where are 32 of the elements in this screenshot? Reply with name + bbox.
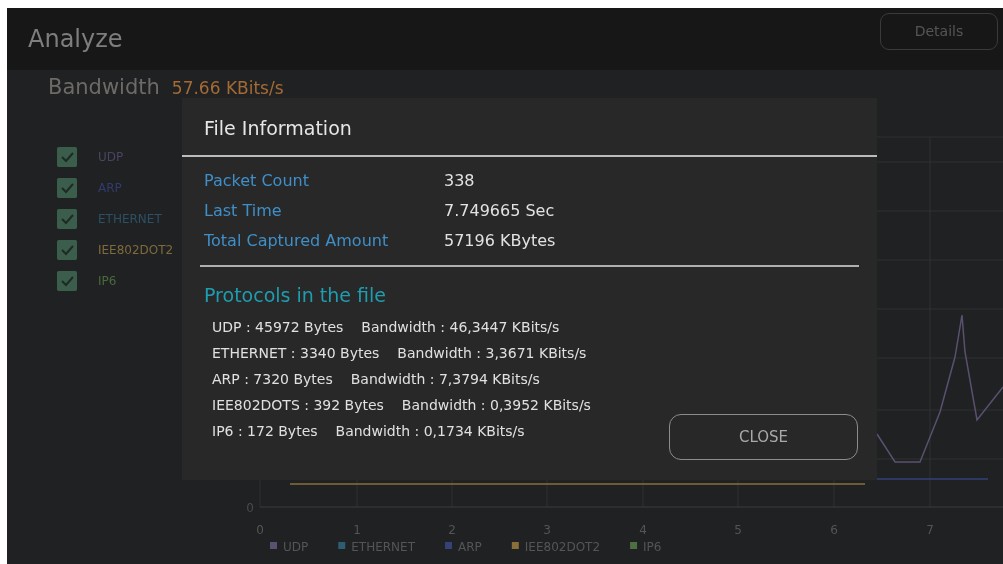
checkbox[interactable] xyxy=(57,147,77,167)
field-value: 57196 KBytes xyxy=(444,229,556,252)
field-value: 338 xyxy=(444,169,475,192)
protocol-label: ETHERNET xyxy=(98,211,162,228)
protocol-bandwidth: Bandwidth : 0,3952 KBits/s xyxy=(401,396,591,415)
checkbox[interactable] xyxy=(57,271,77,291)
protocol-bytes: IEE802DOTS : 392 Bytes xyxy=(212,396,384,415)
field-value: 7.749665 Sec xyxy=(444,199,555,222)
bandwidth-value: 57.66 KBits/s xyxy=(171,77,284,100)
checkbox[interactable] xyxy=(57,178,77,198)
protocol-bytes: ARP : 7320 Bytes xyxy=(212,370,333,389)
protocols-heading: Protocols in the file xyxy=(203,282,388,308)
close-button[interactable]: CLOSE xyxy=(669,414,858,460)
field-label: Packet Count xyxy=(204,169,310,192)
protocol-label: UDP xyxy=(98,149,124,166)
checkbox[interactable] xyxy=(57,209,77,229)
page-title: Analyze xyxy=(28,24,123,55)
checkbox[interactable] xyxy=(57,240,77,260)
protocol-bytes: UDP : 45972 Bytes xyxy=(212,318,344,337)
field-label: Total Captured Amount xyxy=(204,229,390,252)
protocol-bandwidth: Bandwidth : 7,3794 KBits/s xyxy=(350,370,540,389)
protocol-bandwidth: Bandwidth : 0,1734 KBits/s xyxy=(335,422,525,441)
bandwidth-label: Bandwidth xyxy=(48,74,160,101)
protocol-bandwidth: Bandwidth : 3,3671 KBits/s xyxy=(397,344,587,363)
protocol-bytes: ETHERNET : 3340 Bytes xyxy=(212,344,380,363)
field-label: Last Time xyxy=(204,199,283,222)
protocol-label: IEE802DOT2 xyxy=(98,242,174,259)
protocol-label: ARP xyxy=(98,180,122,197)
protocol-label: IP6 xyxy=(98,273,117,290)
dialog-title: File Information xyxy=(182,98,877,157)
protocol-bandwidth: Bandwidth : 46,3447 KBits/s xyxy=(361,318,560,337)
protocol-bytes: IP6 : 172 Bytes xyxy=(212,422,318,441)
